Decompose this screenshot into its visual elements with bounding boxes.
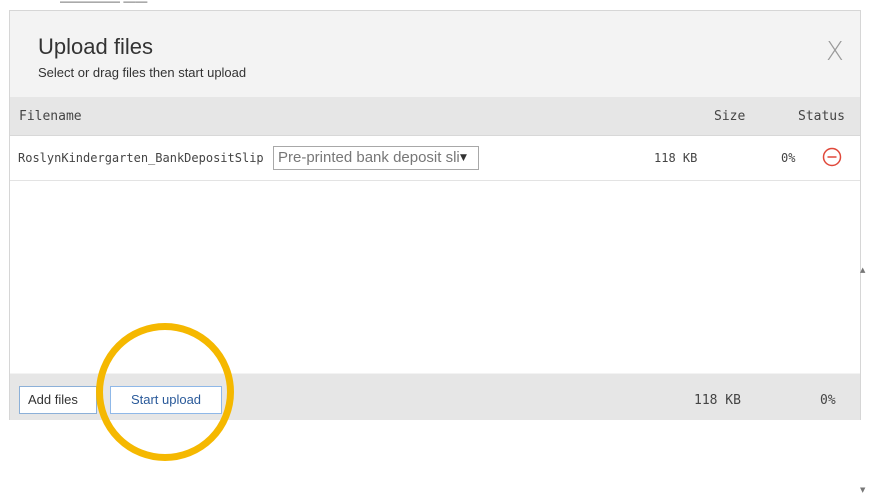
file-row: RoslynKindergarten_BankDepositSlip Pre-p… (10, 136, 860, 181)
file-list: RoslynKindergarten_BankDepositSlip Pre-p… (10, 136, 865, 494)
total-status: 0% (820, 393, 836, 408)
file-name: RoslynKindergarten_BankDepositSlip (18, 151, 264, 165)
header-size: Size (714, 109, 746, 124)
header-status: Status (798, 109, 845, 124)
scroll-down-icon[interactable]: ▼ (860, 486, 868, 494)
total-size: 118 KB (694, 393, 741, 408)
start-upload-button[interactable]: Start upload (110, 386, 222, 414)
dialog-footer: Add files Start upload 118 KB 0% (10, 374, 860, 420)
dropdown-arrow-icon: ▼ (460, 147, 478, 169)
dialog-title: Upload files (38, 34, 153, 59)
upload-dialog: Upload files Select or drag files then s… (9, 10, 865, 494)
document-type-select[interactable]: Pre-printed bank deposit slip ▼ (273, 146, 479, 170)
background-partial-text: ————— —— (60, 0, 148, 8)
header-filename: Filename (19, 109, 82, 124)
document-type-value: Pre-printed bank deposit slip (278, 149, 469, 166)
file-status: 0% (781, 151, 796, 165)
close-icon[interactable]: X (826, 37, 860, 67)
file-table-header: Filename Size Status (10, 97, 860, 136)
add-files-button[interactable]: Add files (19, 386, 97, 414)
file-size: 118 KB (654, 151, 698, 165)
dialog-subtitle: Select or drag files then start upload (38, 65, 247, 80)
minus-circle-icon[interactable] (822, 147, 842, 167)
scroll-up-icon[interactable]: ▲ (860, 266, 868, 274)
